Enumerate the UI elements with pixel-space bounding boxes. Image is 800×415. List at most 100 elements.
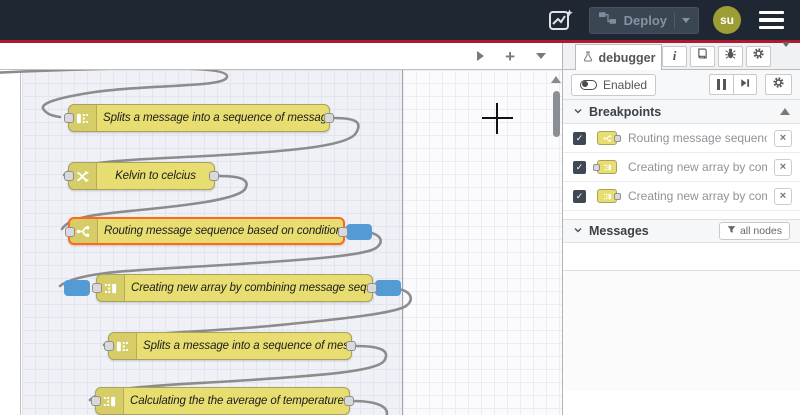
input-port[interactable] xyxy=(92,283,102,293)
breakpoint-label: Creating new array by combinin xyxy=(628,160,767,174)
mini-node-join-out xyxy=(593,188,621,204)
breakpoint-marker[interactable] xyxy=(346,224,372,240)
sidebar: debugger i Enabled Breakpoints ✓ Routing… xyxy=(562,42,800,415)
tab-debugger-label: debugger xyxy=(598,50,656,65)
output-port[interactable] xyxy=(346,341,356,351)
node-label: Calculating the the average of temperatu… xyxy=(130,395,344,407)
flow-node[interactable]: Calculating the the average of temperatu… xyxy=(91,387,354,415)
chevron-down-icon xyxy=(573,222,583,240)
output-port[interactable] xyxy=(209,171,219,181)
input-port[interactable] xyxy=(64,113,74,123)
deploy-button[interactable]: Deploy xyxy=(588,6,699,34)
header-bar: Deploy su xyxy=(0,0,800,40)
workspace[interactable]: Splits a message into a sequence of mess… xyxy=(0,70,562,415)
remove-breakpoint-button[interactable]: × xyxy=(774,187,792,205)
section-spacer xyxy=(563,211,800,219)
user-avatar[interactable]: su xyxy=(713,6,741,34)
debugger-toolbar: Enabled xyxy=(563,70,800,100)
step-button[interactable] xyxy=(733,74,757,95)
enabled-label: Enabled xyxy=(603,77,648,92)
input-port[interactable] xyxy=(91,396,101,406)
debugger-settings-button[interactable] xyxy=(765,74,792,95)
node-label: Routing message sequence based on condit… xyxy=(104,225,343,237)
breakpoints-title: Breakpoints xyxy=(589,104,662,119)
breakpoint-row[interactable]: ✓ Creating new array by combinin × xyxy=(563,182,800,211)
input-port[interactable] xyxy=(104,341,114,351)
funnel-icon xyxy=(727,225,736,237)
flow-node[interactable]: Splits a message into a sequence of mess… xyxy=(64,104,334,132)
input-port[interactable] xyxy=(65,227,75,237)
deploy-nodes-icon xyxy=(598,11,617,30)
breakpoint-checkbox[interactable]: ✓ xyxy=(573,189,586,203)
message-filter-button[interactable]: all nodes xyxy=(718,222,790,240)
pause-icon xyxy=(717,79,726,90)
sidebar-tabbar: debugger i xyxy=(563,42,800,70)
tab-config-nodes[interactable] xyxy=(746,45,771,67)
breakpoint-marker[interactable] xyxy=(375,280,401,296)
flow-node[interactable]: Creating new array by combining message … xyxy=(64,274,401,302)
breakpoint-row[interactable]: ✓ Routing message sequence ba × xyxy=(563,124,800,153)
node-label: Kelvin to celcius xyxy=(115,170,196,182)
flow-canvas[interactable]: + Splits a message into a sequence of me… xyxy=(0,43,562,415)
messages-empty-area xyxy=(563,243,800,271)
book-icon xyxy=(696,47,709,65)
breakpoint-label: Routing message sequence ba xyxy=(628,131,767,145)
messages-section-header[interactable]: Messages all nodes xyxy=(563,219,800,243)
sidebar-tabs-caret-icon[interactable] xyxy=(782,42,790,65)
breakpoint-checkbox[interactable]: ✓ xyxy=(573,160,586,174)
flow-node[interactable]: Splits a message into a sequence of mess… xyxy=(104,332,356,360)
deploy-separator xyxy=(674,11,675,29)
scrollbar-thumb[interactable] xyxy=(552,91,560,137)
flow-list-caret-icon[interactable] xyxy=(536,53,546,59)
tab-info[interactable]: i xyxy=(662,45,687,67)
toggle-icon xyxy=(580,79,597,90)
input-port[interactable] xyxy=(64,171,74,181)
message-filter-label: all nodes xyxy=(739,225,782,237)
flow-node[interactable]: Routing message sequence based on condit… xyxy=(65,217,372,245)
debugger-enabled-toggle[interactable]: Enabled xyxy=(571,73,657,96)
info-icon: i xyxy=(672,48,677,63)
chevron-down-icon xyxy=(573,103,583,121)
remove-breakpoint-button[interactable]: × xyxy=(774,158,792,176)
pause-button[interactable] xyxy=(709,74,733,95)
output-port[interactable] xyxy=(338,227,348,237)
bug-icon xyxy=(724,47,737,65)
step-icon xyxy=(739,76,751,94)
mini-node-switch-out xyxy=(593,130,621,146)
output-port[interactable] xyxy=(367,283,377,293)
breakpoint-label: Creating new array by combinin xyxy=(628,189,767,203)
flow-node[interactable]: Kelvin to celcius xyxy=(64,162,219,190)
crosshair-cursor xyxy=(496,103,499,134)
canvas-scrollbar[interactable] xyxy=(551,72,561,412)
node-label: Splits a message into a sequence of mess… xyxy=(143,340,351,352)
output-port[interactable] xyxy=(324,113,334,123)
node-label: Creating new array by combining message … xyxy=(131,282,372,294)
deploy-caret-icon[interactable] xyxy=(682,17,690,23)
tab-help[interactable] xyxy=(690,45,715,67)
scroll-up-icon[interactable] xyxy=(551,76,561,83)
breakpoint-checkbox[interactable]: ✓ xyxy=(573,131,586,145)
node-label: Splits a message into a sequence of mess… xyxy=(103,112,329,124)
sidebar-background xyxy=(563,271,800,391)
remove-breakpoint-button[interactable]: × xyxy=(774,129,792,147)
output-port[interactable] xyxy=(344,396,354,406)
mini-node-join-in xyxy=(593,159,621,175)
node-red-app: Deploy su + Splits a message into a sequ… xyxy=(0,0,800,415)
flow-snapshot-icon[interactable] xyxy=(547,6,575,34)
gear-icon xyxy=(772,76,785,94)
main-menu-icon[interactable] xyxy=(755,7,788,34)
scroll-tabs-icon[interactable] xyxy=(477,51,485,61)
messages-title: Messages xyxy=(589,224,649,238)
breakpoint-marker[interactable] xyxy=(64,280,90,296)
breakpoints-list: ✓ Routing message sequence ba × ✓ Creating n… xyxy=(563,124,800,211)
flask-icon xyxy=(582,50,594,66)
flow-tabbar: + xyxy=(0,43,562,70)
wire xyxy=(350,399,389,415)
deploy-label: Deploy xyxy=(623,12,667,28)
breakpoints-section-header[interactable]: Breakpoints xyxy=(563,100,800,124)
tab-debugger[interactable]: debugger xyxy=(575,44,662,70)
breakpoint-row[interactable]: ✓ Creating new array by combinin × xyxy=(563,153,800,182)
breakpoints-scroll-up-icon[interactable] xyxy=(780,108,790,115)
add-flow-icon[interactable]: + xyxy=(505,48,515,65)
tab-debug-messages[interactable] xyxy=(718,45,743,67)
